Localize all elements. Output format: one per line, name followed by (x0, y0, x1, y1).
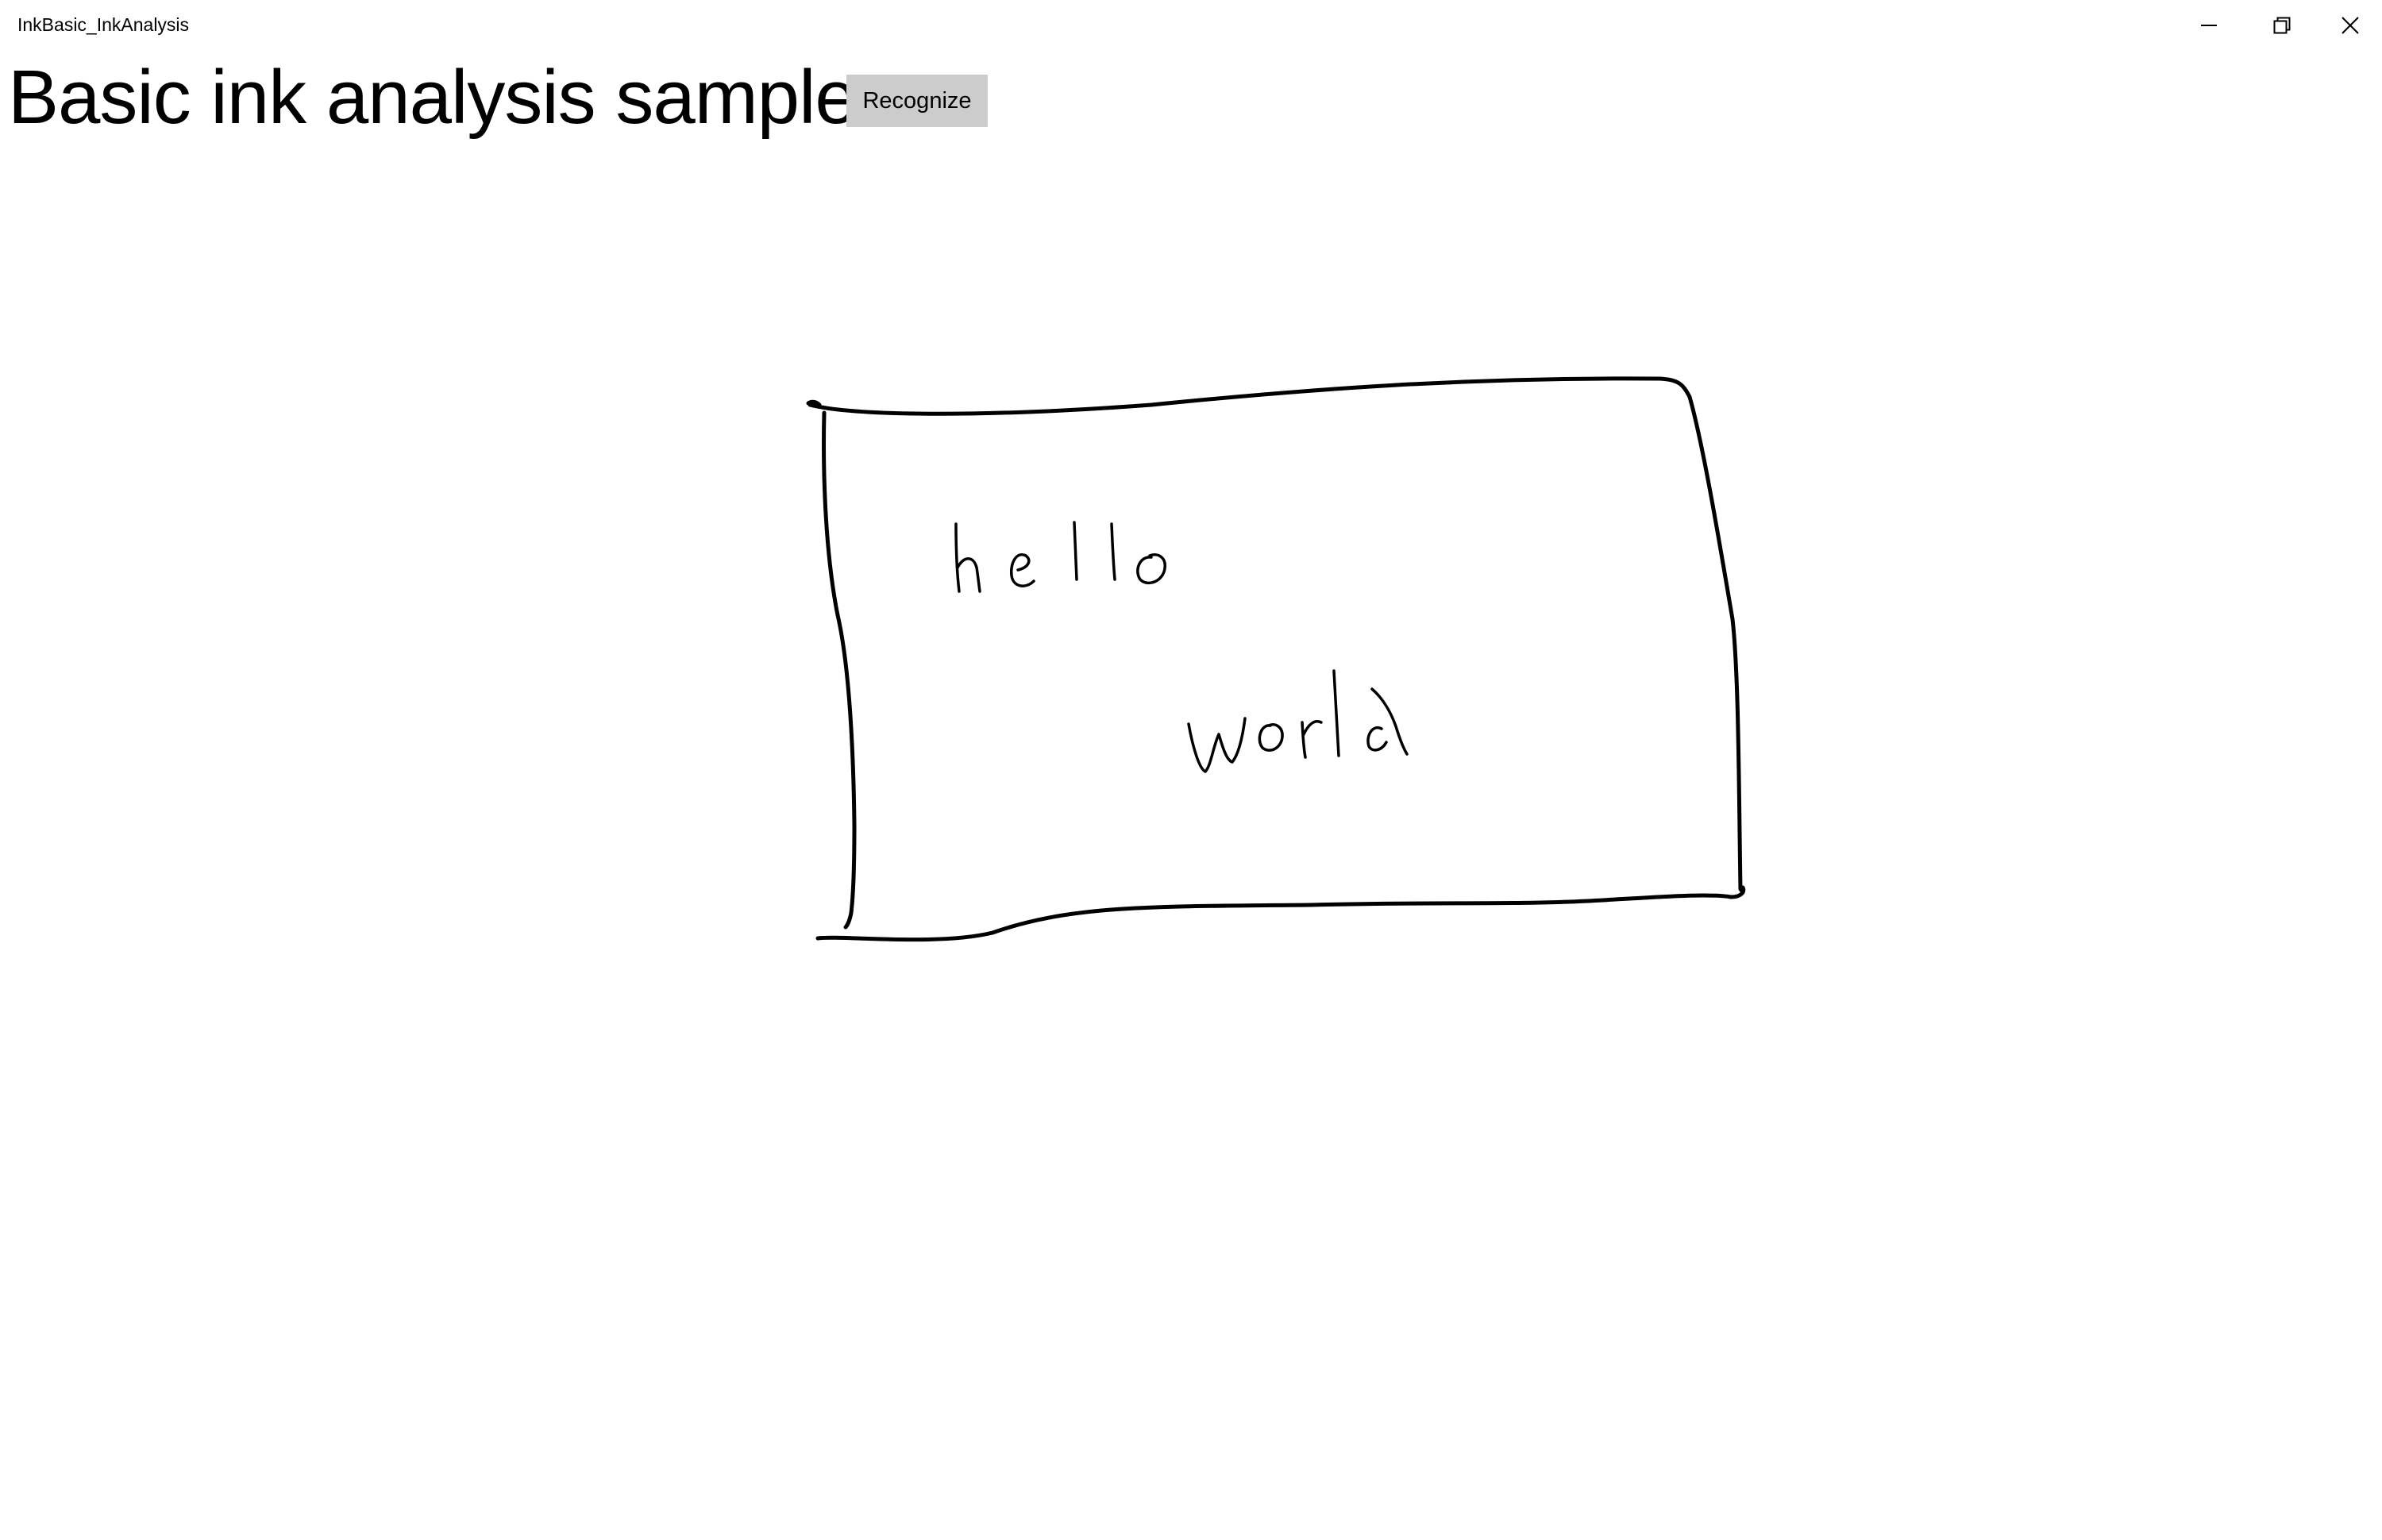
ink-stroke-h (954, 522, 981, 593)
close-button[interactable] (2318, 0, 2382, 51)
app-window: InkBasic_InkAnalysis Basic ink analysis … (0, 0, 2382, 1540)
ink-stroke-right (1687, 395, 1745, 895)
ink-strokes (806, 376, 1746, 942)
page-title: Basic ink analysis sample (8, 55, 858, 140)
ink-stroke-top (807, 376, 1692, 416)
title-bar: InkBasic_InkAnalysis (0, 0, 2382, 51)
close-icon (2342, 17, 2359, 34)
recognize-button[interactable]: Recognize (846, 75, 988, 127)
ink-stroke-left (822, 410, 857, 930)
ink-stroke-l1 (1073, 521, 1078, 581)
ink-stroke-l3 (1332, 669, 1340, 757)
window-title: InkBasic_InkAnalysis (17, 14, 190, 35)
minimize-button[interactable] (2172, 0, 2245, 51)
ink-stroke-w (1187, 717, 1247, 773)
ink-stroke-o (1136, 553, 1166, 585)
restore-icon (2273, 17, 2291, 34)
ink-stroke-e1 (1009, 553, 1035, 587)
minimize-icon (2201, 25, 2217, 26)
ink-stroke-bottom (815, 885, 1746, 942)
restore-button[interactable] (2245, 0, 2318, 51)
ink-stroke-r (1301, 720, 1323, 759)
ink-canvas[interactable] (0, 159, 2382, 1540)
ink-stroke-d (1366, 687, 1409, 756)
ink-stroke-o2 (1258, 723, 1284, 752)
ink-stroke-l2 (1110, 522, 1116, 581)
